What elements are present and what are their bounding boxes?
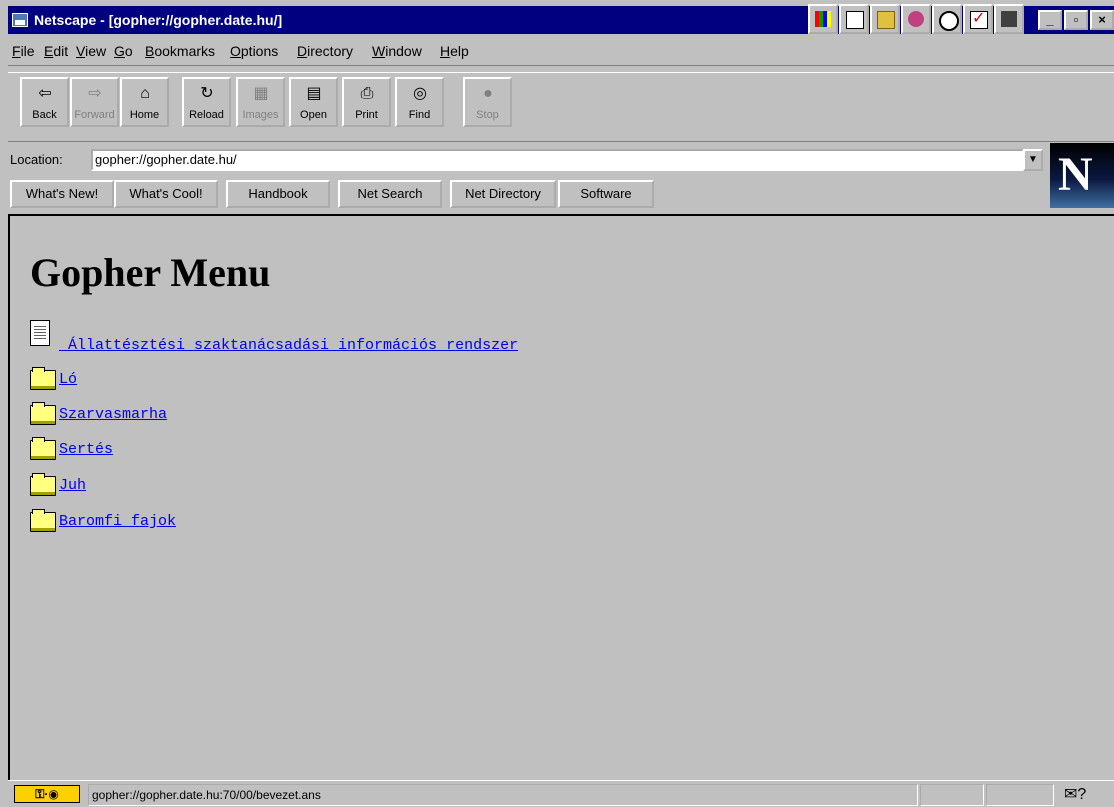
menu-bookmarks[interactable]: Bookmarks — [145, 43, 215, 59]
location-label: Location: — [10, 152, 63, 167]
menu-bar: File Edit View Go Bookmarks Options Dire… — [8, 36, 1114, 66]
folder-icon — [30, 367, 56, 390]
folder-icon — [30, 402, 56, 425]
netscape-n-logo-icon: N — [1058, 148, 1093, 201]
folder-open-icon[interactable] — [870, 4, 900, 34]
notepad-icon[interactable] — [839, 4, 869, 34]
window-title: Netscape - [gopher://gopher.date.hu/] — [34, 12, 283, 28]
cd-player-icon[interactable] — [901, 4, 931, 34]
menu-view[interactable]: View — [76, 43, 106, 59]
security-key-icon[interactable]: ⚿·◉ — [14, 785, 80, 803]
home-icon: ⌂ — [140, 85, 150, 102]
forward-arrow-icon: ⇨ — [88, 85, 102, 102]
mail-icon[interactable]: ✉? — [1064, 784, 1086, 804]
handbook-button[interactable]: Handbook — [226, 180, 330, 208]
gopher-item[interactable]: Ló — [30, 366, 130, 396]
home-button[interactable]: ⌂ Home — [120, 77, 169, 127]
status-panel — [986, 784, 1054, 806]
forward-button[interactable]: ⇨ Forward — [70, 77, 119, 127]
back-button[interactable]: ⇦ Back — [20, 77, 69, 127]
menu-window[interactable]: Window — [372, 43, 422, 59]
binoculars-icon: ◎ — [413, 85, 427, 102]
whats-new-button[interactable]: What's New! — [10, 180, 114, 208]
printer-icon: ⎙ — [360, 85, 374, 102]
clock-icon[interactable] — [932, 4, 962, 34]
directory-buttons: What's New! What's Cool! Handbook Net Se… — [8, 180, 1048, 210]
page-content: Gopher Menu Állattésztési szaktanácsadás… — [8, 214, 1114, 780]
navigation-toolbar: ⇦ Back ⇨ Forward ⌂ Home ↻ Reload ▦ Image… — [8, 72, 1114, 142]
gopher-item[interactable]: Baromfi fajok — [30, 508, 250, 538]
gopher-link[interactable]: Ló — [59, 371, 77, 388]
close-button[interactable]: × — [1090, 10, 1114, 30]
restore-button[interactable]: ▫ — [1064, 10, 1088, 30]
location-dropdown-button[interactable]: ▼ — [1023, 149, 1043, 171]
system-tray — [808, 4, 1024, 34]
images-button[interactable]: ▦ Images — [236, 77, 285, 127]
document-icon — [30, 320, 50, 346]
menu-edit[interactable]: Edit — [44, 43, 68, 59]
gopher-item[interactable]: Juh — [30, 472, 130, 502]
minimize-button[interactable]: _ — [1038, 10, 1062, 30]
software-button[interactable]: Software — [558, 180, 654, 208]
open-button[interactable]: ▤ Open — [289, 77, 338, 127]
stop-button[interactable]: ● Stop — [463, 77, 512, 127]
stop-icon: ● — [483, 85, 493, 102]
status-bar: ⚿·◉ gopher://gopher.date.hu:70/00/beveze… — [8, 780, 1114, 807]
images-icon: ▦ — [253, 85, 269, 102]
net-directory-button[interactable]: Net Directory — [450, 180, 556, 208]
open-icon: ▤ — [306, 85, 322, 102]
reload-button[interactable]: ↻ Reload — [182, 77, 231, 127]
window-controls: _ ▫ × — [1038, 10, 1114, 32]
page-title: Gopher Menu — [30, 250, 271, 295]
gopher-item[interactable]: Állattésztési szaktanácsadási információ… — [30, 318, 670, 354]
menu-go[interactable]: Go — [114, 43, 133, 59]
gopher-link[interactable]: Állattésztési szaktanácsadási információ… — [59, 337, 518, 354]
netscape-app-icon[interactable] — [12, 13, 28, 27]
gopher-link[interactable]: Szarvasmarha — [59, 406, 167, 423]
back-arrow-icon: ⇦ — [38, 85, 52, 102]
gopher-link[interactable]: Baromfi fajok — [59, 513, 176, 530]
reload-icon: ↻ — [200, 85, 214, 102]
folder-icon — [30, 437, 56, 460]
print-button[interactable]: ⎙ Print — [342, 77, 391, 127]
netscape-logo[interactable]: N — [1050, 143, 1114, 208]
location-bar: Location: gopher://gopher.date.hu/ ▼ — [8, 143, 1048, 179]
net-search-button[interactable]: Net Search — [338, 180, 442, 208]
folder-icon — [30, 473, 56, 496]
gopher-item[interactable]: Sertés — [30, 436, 170, 466]
gopher-link[interactable]: Juh — [59, 477, 86, 494]
status-text: gopher://gopher.date.hu:70/00/bevezet.an… — [88, 784, 918, 806]
folder-icon — [30, 509, 56, 532]
menu-options[interactable]: Options — [230, 43, 278, 59]
menu-help[interactable]: Help — [440, 43, 469, 59]
find-button[interactable]: ◎ Find — [395, 77, 444, 127]
menu-directory[interactable]: Directory — [297, 43, 353, 59]
gopher-link[interactable]: Sertés — [59, 441, 113, 458]
gopher-item[interactable]: Szarvasmarha — [30, 401, 230, 431]
location-input[interactable]: gopher://gopher.date.hu/ — [91, 149, 1024, 171]
progress-panel — [920, 784, 984, 806]
color-palette-icon[interactable] — [808, 4, 838, 34]
whats-cool-button[interactable]: What's Cool! — [114, 180, 218, 208]
menu-file[interactable]: File — [12, 43, 35, 59]
checkbox-icon[interactable] — [963, 4, 993, 34]
scanner-icon[interactable] — [994, 4, 1024, 34]
